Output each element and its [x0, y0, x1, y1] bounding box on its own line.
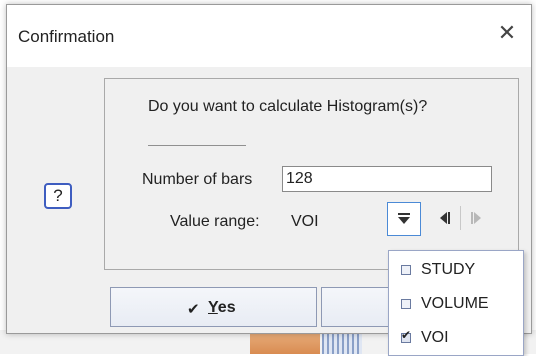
- previous-arrow-icon[interactable]: [440, 212, 447, 224]
- title-bar: Confirmation ✕: [7, 5, 531, 67]
- value-range-value: VOI: [291, 213, 319, 230]
- dropdown-option-label: VOLUME: [421, 295, 489, 312]
- checkbox-icon: [401, 299, 411, 309]
- checkbox-icon: [401, 265, 411, 275]
- dropdown-option-voi[interactable]: ✔ VOI: [389, 323, 523, 353]
- yes-label-rest: es: [217, 299, 236, 316]
- window-title: Confirmation: [18, 27, 115, 46]
- yes-button[interactable]: ✔ Yes: [110, 287, 317, 327]
- dropdown-option-study[interactable]: STUDY: [389, 255, 523, 285]
- value-range-dropdown-button[interactable]: [387, 202, 421, 236]
- dropdown-option-volume[interactable]: VOLUME: [389, 289, 523, 319]
- question-text: Do you want to calculate Histogram(s)?: [148, 98, 428, 115]
- yes-button-label: Yes: [208, 299, 236, 317]
- number-of-bars-input[interactable]: [282, 166, 492, 192]
- separator: [148, 145, 246, 146]
- yes-mnemonic: Y: [208, 299, 218, 316]
- next-bar-icon: [471, 212, 473, 224]
- close-icon[interactable]: ✕: [493, 19, 521, 47]
- dropdown-option-label: STUDY: [421, 261, 476, 278]
- previous-bar-icon: [448, 212, 450, 224]
- checked-checkbox-icon: ✔: [401, 328, 412, 343]
- number-of-bars-label: Number of bars: [142, 171, 253, 188]
- value-range-dropdown-list: STUDY VOLUME ✔ VOI: [388, 250, 524, 356]
- dropdown-bar-icon: [398, 213, 410, 215]
- question-icon: ?: [44, 183, 72, 209]
- check-icon: ✔: [187, 301, 200, 318]
- value-range-label: Value range:: [170, 213, 260, 230]
- chevron-down-icon: [398, 217, 410, 224]
- dropdown-option-label: VOI: [421, 329, 449, 346]
- next-arrow-icon[interactable]: [474, 212, 481, 224]
- nav-separator: [460, 206, 461, 230]
